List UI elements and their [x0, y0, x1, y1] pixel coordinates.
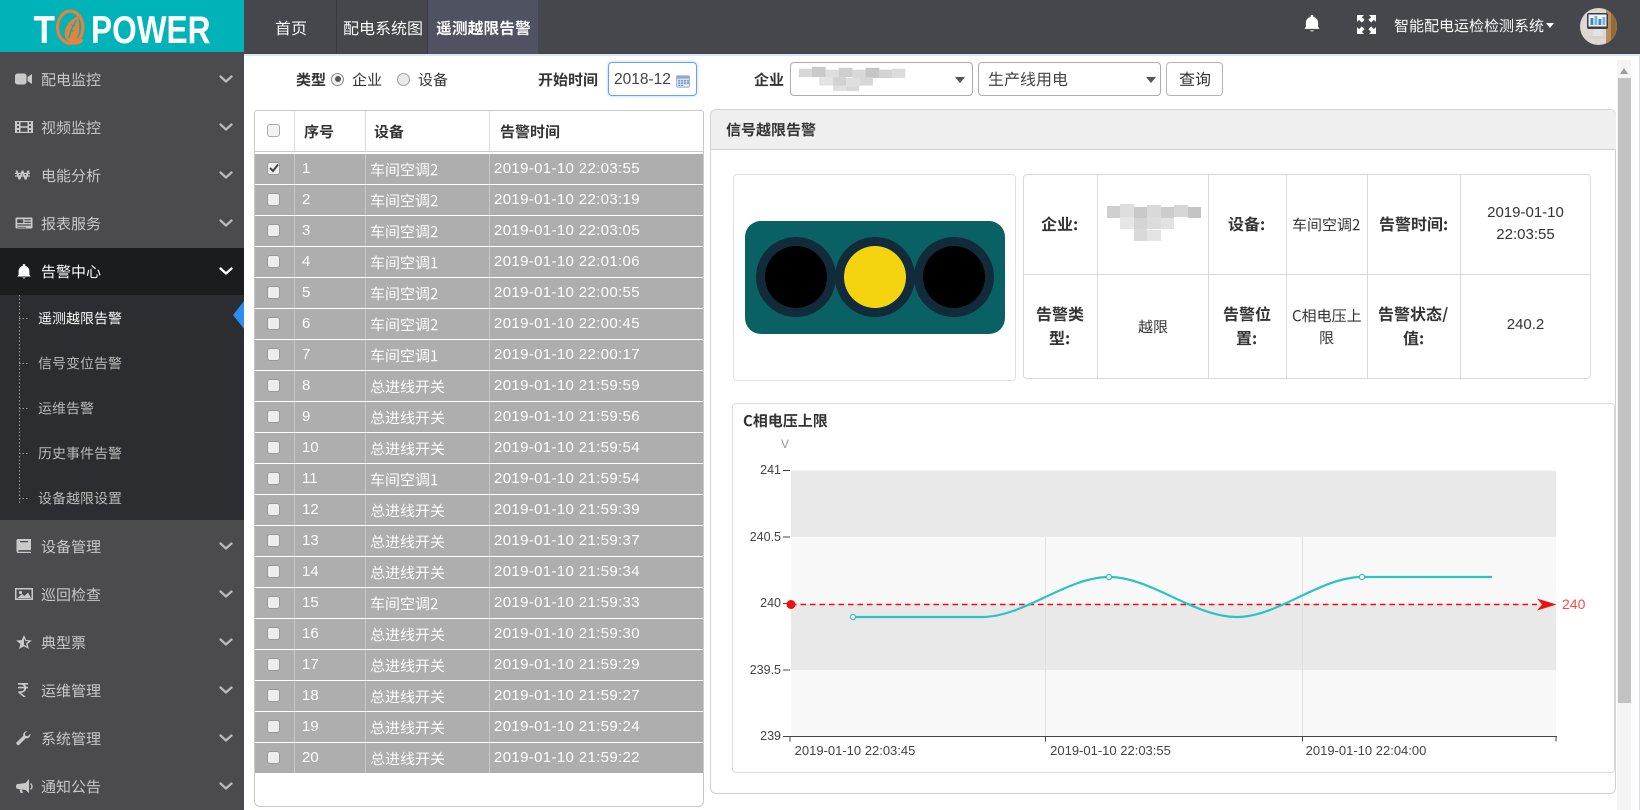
- svg-text:T: T: [34, 9, 56, 52]
- svg-text:POWER: POWER: [91, 9, 211, 52]
